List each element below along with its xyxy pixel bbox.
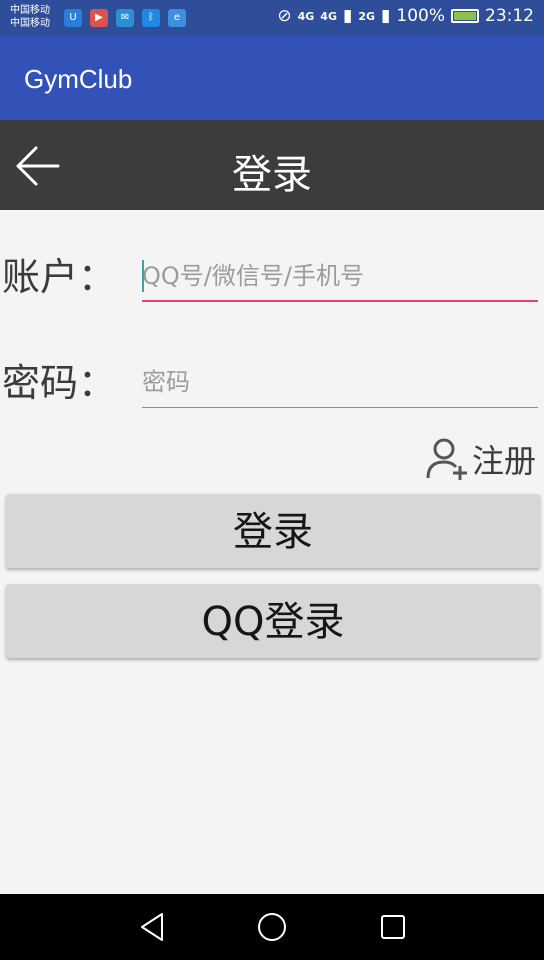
register-label: 注册 (472, 442, 537, 480)
clock: 23:12 (485, 6, 534, 26)
nav-home-icon[interactable] (255, 910, 289, 944)
nav-recents-icon[interactable] (376, 910, 410, 944)
battery-percent: 100% (396, 6, 445, 26)
navigation-bar (0, 894, 544, 960)
browser-notification-icon: e (168, 9, 186, 27)
nav-back-icon[interactable] (136, 910, 170, 944)
status-indicators: ⊘ 4G 4G ▮ 2G ▮ 100% 23:12 (277, 6, 534, 26)
carrier-name-2: 中国移动 (10, 18, 50, 29)
video-notification-icon: ▶ (90, 9, 108, 27)
account-label: 账户： (2, 255, 117, 299)
signal-icon-2: ▮ (381, 6, 391, 26)
password-label: 密码： (2, 361, 117, 405)
qq-login-button[interactable]: QQ登录 (6, 584, 540, 658)
text-cursor (142, 260, 144, 292)
password-underline (142, 407, 538, 408)
carrier-name-1: 中国移动 (10, 5, 50, 16)
register-link[interactable]: 注册 (424, 436, 536, 482)
network-type-3: 2G (358, 9, 376, 23)
status-bar: 中国移动 中国移动 U ▶ ✉ ᛒ e ⊘ 4G 4G ▮ 2G ▮ 100% … (0, 0, 544, 36)
add-user-icon (426, 438, 467, 480)
account-input[interactable] (142, 252, 538, 300)
account-field[interactable] (142, 252, 538, 302)
signal-icon: ▮ (342, 6, 353, 26)
password-field[interactable] (142, 358, 538, 408)
notification-icons: U ▶ ✉ ᛒ e (64, 9, 186, 27)
page-title: 登录 (232, 152, 312, 198)
app-notification-icon: U (64, 9, 82, 27)
app-bar: GymClub (0, 36, 544, 120)
battery-icon (451, 9, 479, 23)
network-type-2: 4G (320, 9, 337, 23)
app-title: GymClub (24, 64, 133, 94)
message-notification-icon: ✉ (116, 9, 134, 27)
carrier-info: 中国移动 中国移动 (10, 4, 50, 30)
login-button[interactable]: 登录 (6, 494, 540, 568)
mute-icon: ⊘ (277, 6, 292, 26)
account-underline (142, 300, 538, 302)
network-type-1: 4G (297, 9, 315, 23)
login-header: 登录 (0, 120, 544, 210)
password-input[interactable] (142, 358, 538, 406)
bluetooth-notification-icon: ᛒ (142, 9, 160, 27)
